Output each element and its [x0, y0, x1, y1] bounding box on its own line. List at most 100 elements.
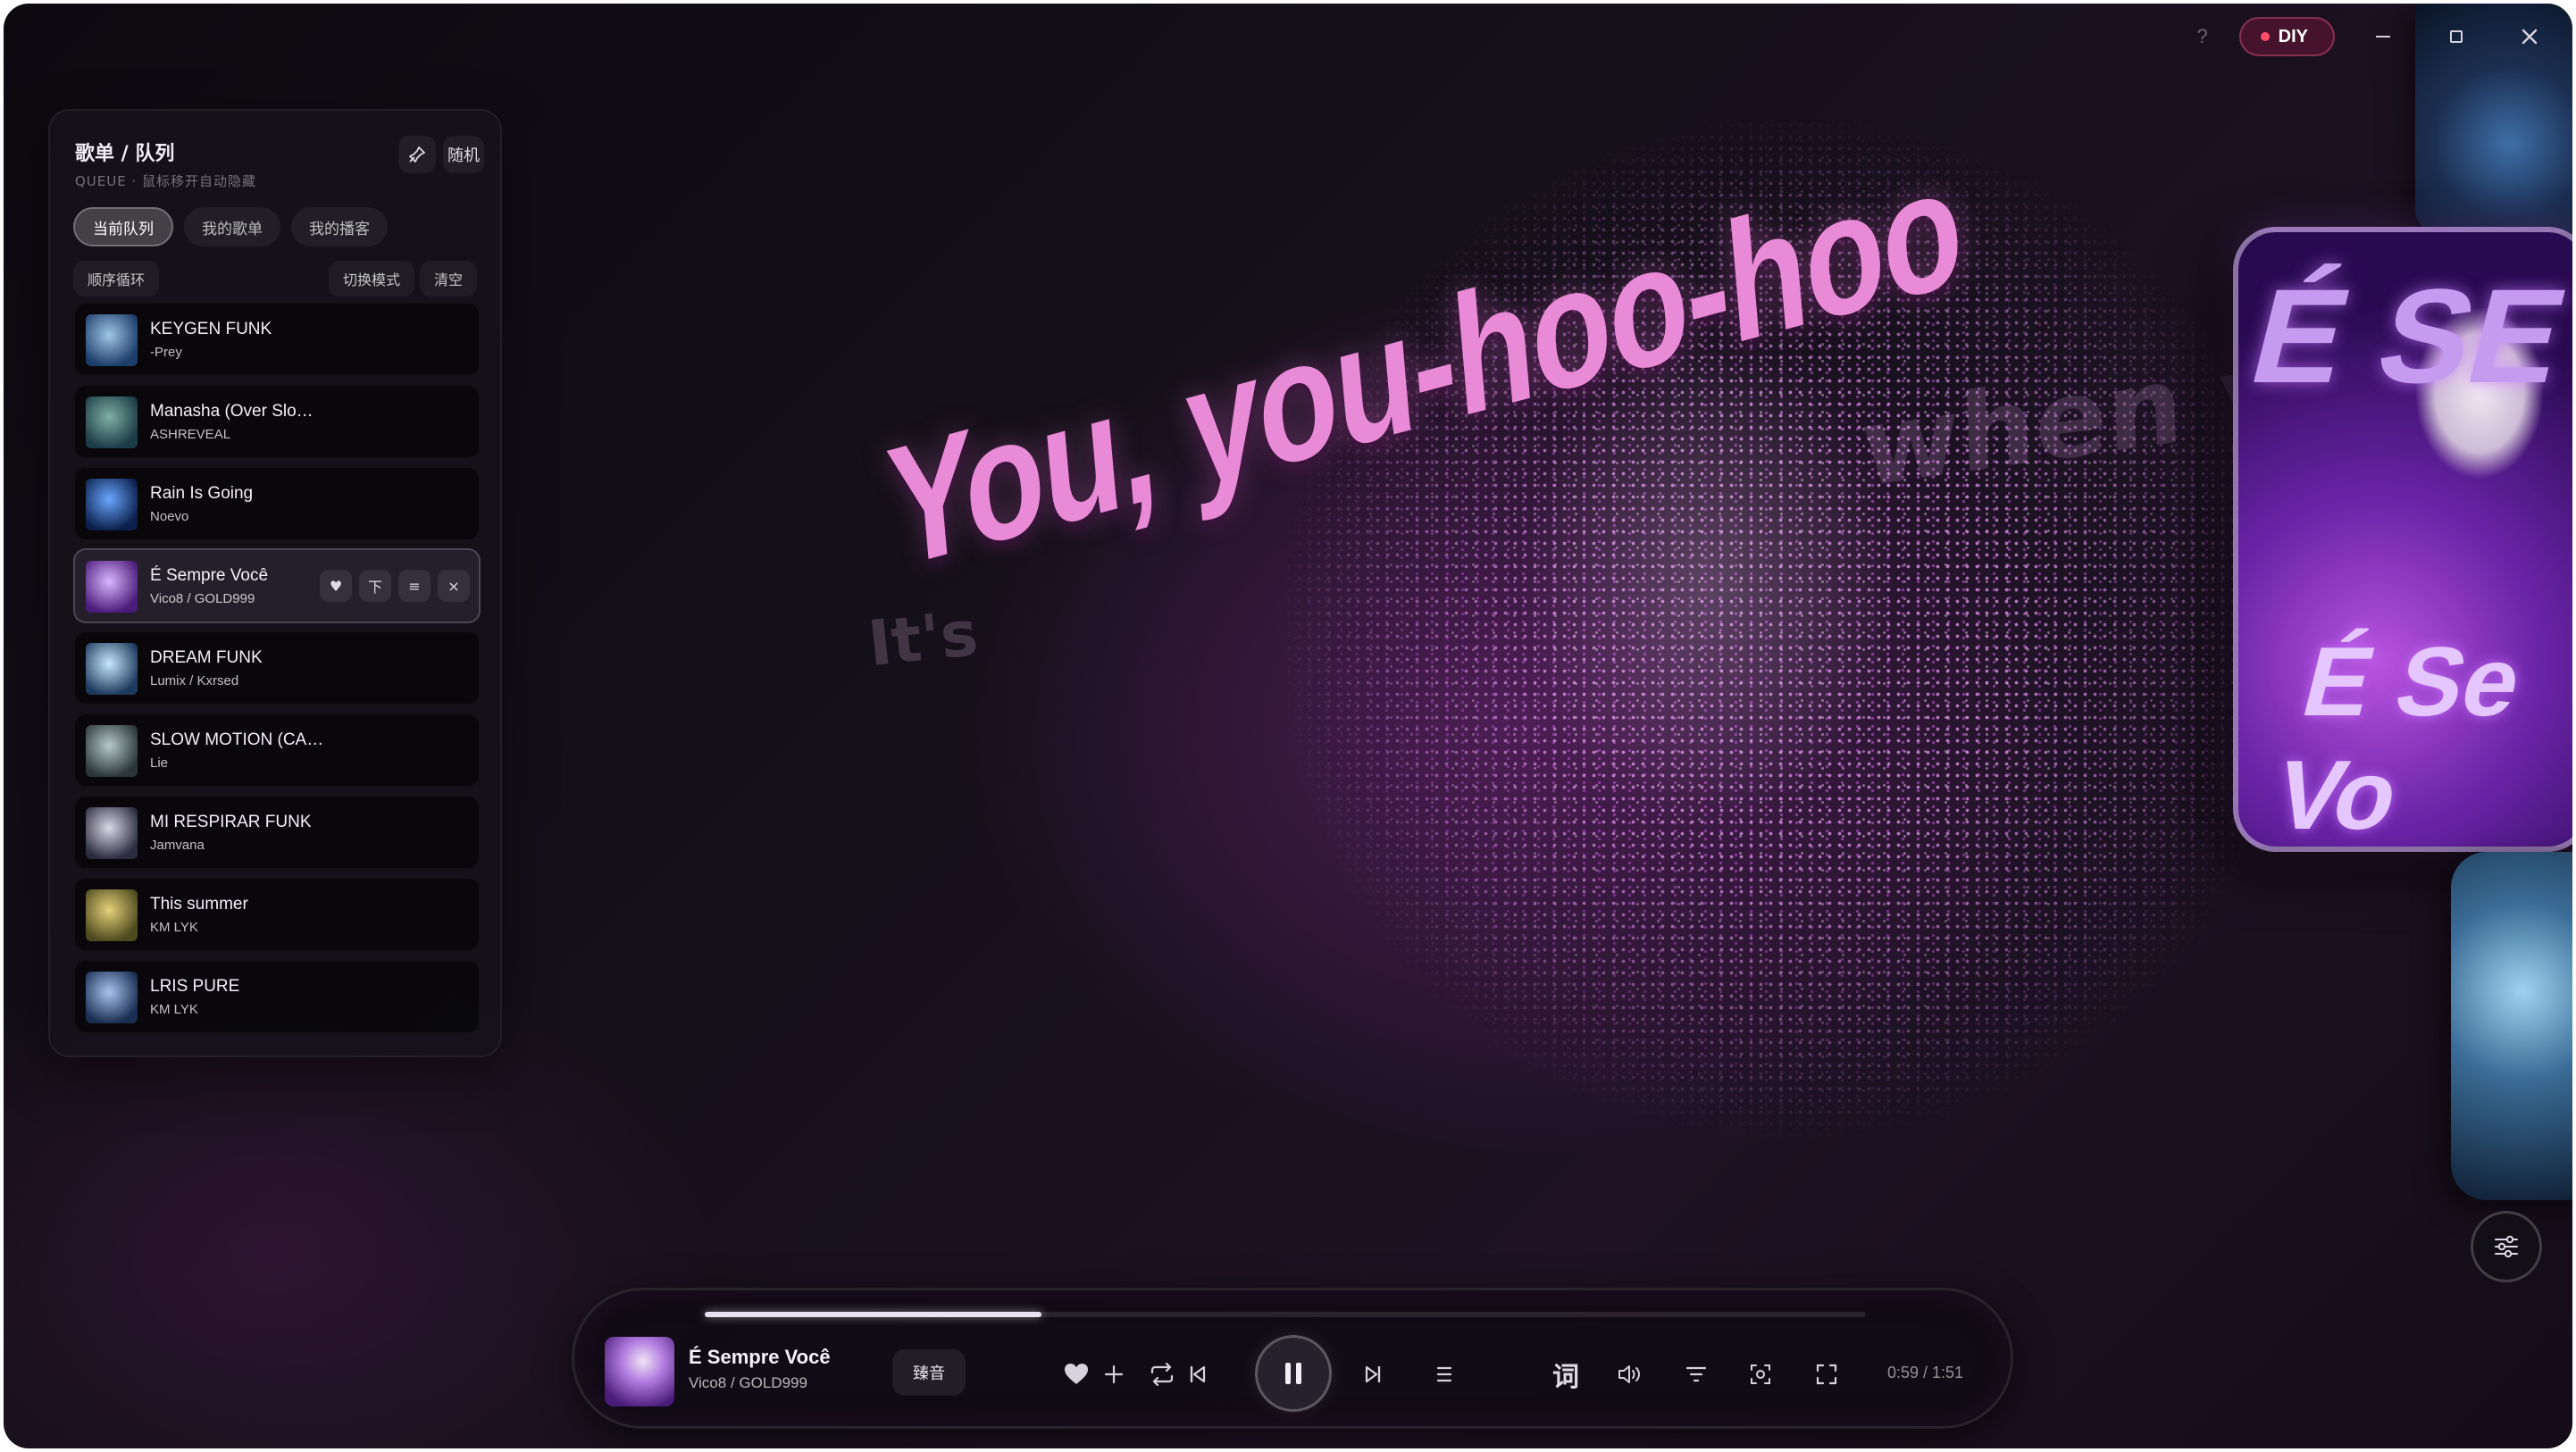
- track-name: Manasha (Over Slo…: [150, 402, 314, 421]
- switch-mode-button[interactable]: 切换模式: [329, 261, 415, 296]
- queue-item[interactable]: DREAM FUNK Lumix / Kxrsed: [73, 630, 481, 705]
- fullscreen-icon: [1816, 1364, 1837, 1385]
- fullscreen-button[interactable]: [1807, 1355, 1846, 1394]
- pin-button[interactable]: [398, 136, 436, 173]
- next-icon[interactable]: 下: [359, 570, 391, 602]
- queue-item[interactable]: É Sempre Você Vico8 / GOLD999 ♥ 下 ≡ ×: [73, 548, 481, 623]
- track-actions: ♥ 下 ≡ ×: [320, 570, 470, 602]
- close-button[interactable]: [2505, 16, 2555, 57]
- queue-item[interactable]: MI RESPIRAR FUNK Jamvana: [73, 795, 481, 870]
- playback-time: 0:59 / 1:51: [1887, 1364, 1964, 1381]
- visual-settings-button[interactable]: [2471, 1211, 2542, 1282]
- lyrics-toggle-button[interactable]: 词: [1546, 1355, 1585, 1394]
- close-icon: [2522, 29, 2538, 45]
- track-artist: KM LYK: [150, 920, 198, 935]
- next-button[interactable]: [1353, 1355, 1393, 1394]
- volume-icon: [1618, 1365, 1640, 1383]
- track-thumbnail: [86, 479, 138, 530]
- track-thumbnail: [86, 396, 138, 448]
- queue-mode-bar: 顺序循环 切换模式 清空: [73, 261, 481, 296]
- add-button[interactable]: [1094, 1355, 1133, 1394]
- shuffle-button[interactable]: 随机: [443, 136, 484, 173]
- queue-item[interactable]: LRIS PURE KM LYK: [73, 959, 481, 1034]
- track-name: DREAM FUNK: [150, 648, 263, 667]
- playlist-button[interactable]: [1425, 1355, 1464, 1394]
- app-window: when y It's You, you-hoo-hoo É SE É Se V…: [4, 4, 2572, 1448]
- track-name: KEYGEN FUNK: [150, 320, 272, 338]
- skip-next-icon: [1365, 1365, 1381, 1383]
- track-thumbnail: [86, 725, 138, 777]
- queue-item[interactable]: Rain Is Going Noevo: [73, 466, 481, 541]
- clear-queue-button[interactable]: 清空: [420, 261, 478, 296]
- queue-tab[interactable]: 当前队列: [73, 207, 173, 246]
- album-card-current[interactable]: É SE É Se Vo: [2233, 227, 2572, 852]
- progress-fill: [705, 1312, 1041, 1317]
- list-icon: [1436, 1366, 1452, 1382]
- play-mode-label[interactable]: 顺序循环: [73, 261, 160, 296]
- audio-quality-button[interactable]: 臻音: [892, 1349, 966, 1396]
- track-artist: Vico8 / GOLD999: [150, 591, 255, 606]
- track-name: MI RESPIRAR FUNK: [150, 813, 312, 831]
- track-artist: Jamvana: [150, 838, 205, 853]
- queue-list: KEYGEN FUNK -Prey Manasha (Over Slo… ASHREV…: [73, 302, 481, 1041]
- track-artist: ASHREVEAL: [150, 427, 231, 442]
- like-button[interactable]: [1057, 1355, 1096, 1394]
- track-name: Rain Is Going: [150, 484, 254, 503]
- pin-icon: [409, 146, 425, 163]
- track-artist: -Prey: [150, 345, 182, 360]
- player-bar: É Sempre Você Vico8 / GOLD999 臻音 词 0:59 …: [572, 1288, 2013, 1429]
- play-pause-button[interactable]: [1255, 1335, 1332, 1412]
- track-name: É Sempre Você: [150, 566, 269, 585]
- screenshot-button[interactable]: [1741, 1355, 1780, 1394]
- queue-item[interactable]: SLOW MOTION (CA… Lie: [73, 713, 481, 788]
- now-playing-artist[interactable]: Vico8 / GOLD999: [689, 1374, 807, 1392]
- maximize-icon: [2450, 30, 2463, 43]
- track-name: SLOW MOTION (CA…: [150, 730, 324, 749]
- now-playing-cover[interactable]: [605, 1337, 674, 1406]
- album-art-subtitle: É Se Vo: [2263, 627, 2533, 850]
- track-artist: Lie: [150, 755, 169, 771]
- maximize-button[interactable]: [2431, 16, 2481, 57]
- track-thumbnail: [86, 314, 138, 366]
- repeat-icon: [1150, 1363, 1174, 1386]
- skip-previous-icon: [1190, 1365, 1206, 1383]
- queue-title: 歌单 / 队列: [75, 143, 175, 165]
- track-name: This summer: [150, 895, 248, 914]
- equalizer-button[interactable]: [1677, 1355, 1716, 1394]
- volume-button[interactable]: [1610, 1355, 1650, 1394]
- track-thumbnail: [86, 807, 138, 859]
- album-art-title: É SE: [2237, 261, 2572, 411]
- add-to-playlist-icon[interactable]: ≡: [398, 570, 431, 602]
- remove-icon[interactable]: ×: [438, 570, 470, 602]
- diy-label: DIY: [2278, 26, 2308, 46]
- like-icon[interactable]: ♥: [320, 570, 352, 602]
- track-thumbnail: [86, 561, 138, 613]
- plus-icon: [1104, 1364, 1124, 1384]
- previous-button[interactable]: [1178, 1355, 1217, 1394]
- queue-subtitle: QUEUE · 鼠标移开自动隐藏: [75, 173, 257, 189]
- album-card-next[interactable]: [2451, 852, 2572, 1200]
- queue-panel: 歌单 / 队列 QUEUE · 鼠标移开自动隐藏 随机 当前队列 我的歌单 我的播客…: [48, 109, 502, 1057]
- queue-tabs: 当前队列 我的歌单 我的播客: [73, 207, 388, 246]
- track-thumbnail: [86, 643, 138, 695]
- track-artist: Noevo: [150, 509, 189, 524]
- sliders-icon: [2495, 1235, 2518, 1258]
- minimize-icon: [2376, 36, 2390, 38]
- help-icon[interactable]: ?: [2189, 25, 2216, 48]
- minimize-button[interactable]: [2358, 16, 2408, 57]
- queue-item[interactable]: Manasha (Over Slo… ASHREVEAL: [73, 384, 481, 459]
- queue-tab[interactable]: 我的播客: [291, 207, 388, 246]
- pause-icon: [1285, 1363, 1301, 1384]
- diy-button[interactable]: DIY: [2238, 17, 2335, 56]
- title-bar: ? DIY: [2189, 16, 2555, 57]
- recording-dot-icon: [2260, 32, 2270, 41]
- progress-bar[interactable]: [705, 1312, 1866, 1317]
- track-name: LRIS PURE: [150, 977, 240, 996]
- queue-item[interactable]: KEYGEN FUNK -Prey: [73, 302, 481, 377]
- track-thumbnail: [86, 972, 138, 1023]
- track-artist: KM LYK: [150, 1002, 198, 1017]
- queue-tab[interactable]: 我的歌单: [184, 207, 280, 246]
- repeat-button[interactable]: [1142, 1355, 1182, 1394]
- queue-item[interactable]: This summer KM LYK: [73, 877, 481, 952]
- track-artist: Lumix / Kxrsed: [150, 673, 239, 688]
